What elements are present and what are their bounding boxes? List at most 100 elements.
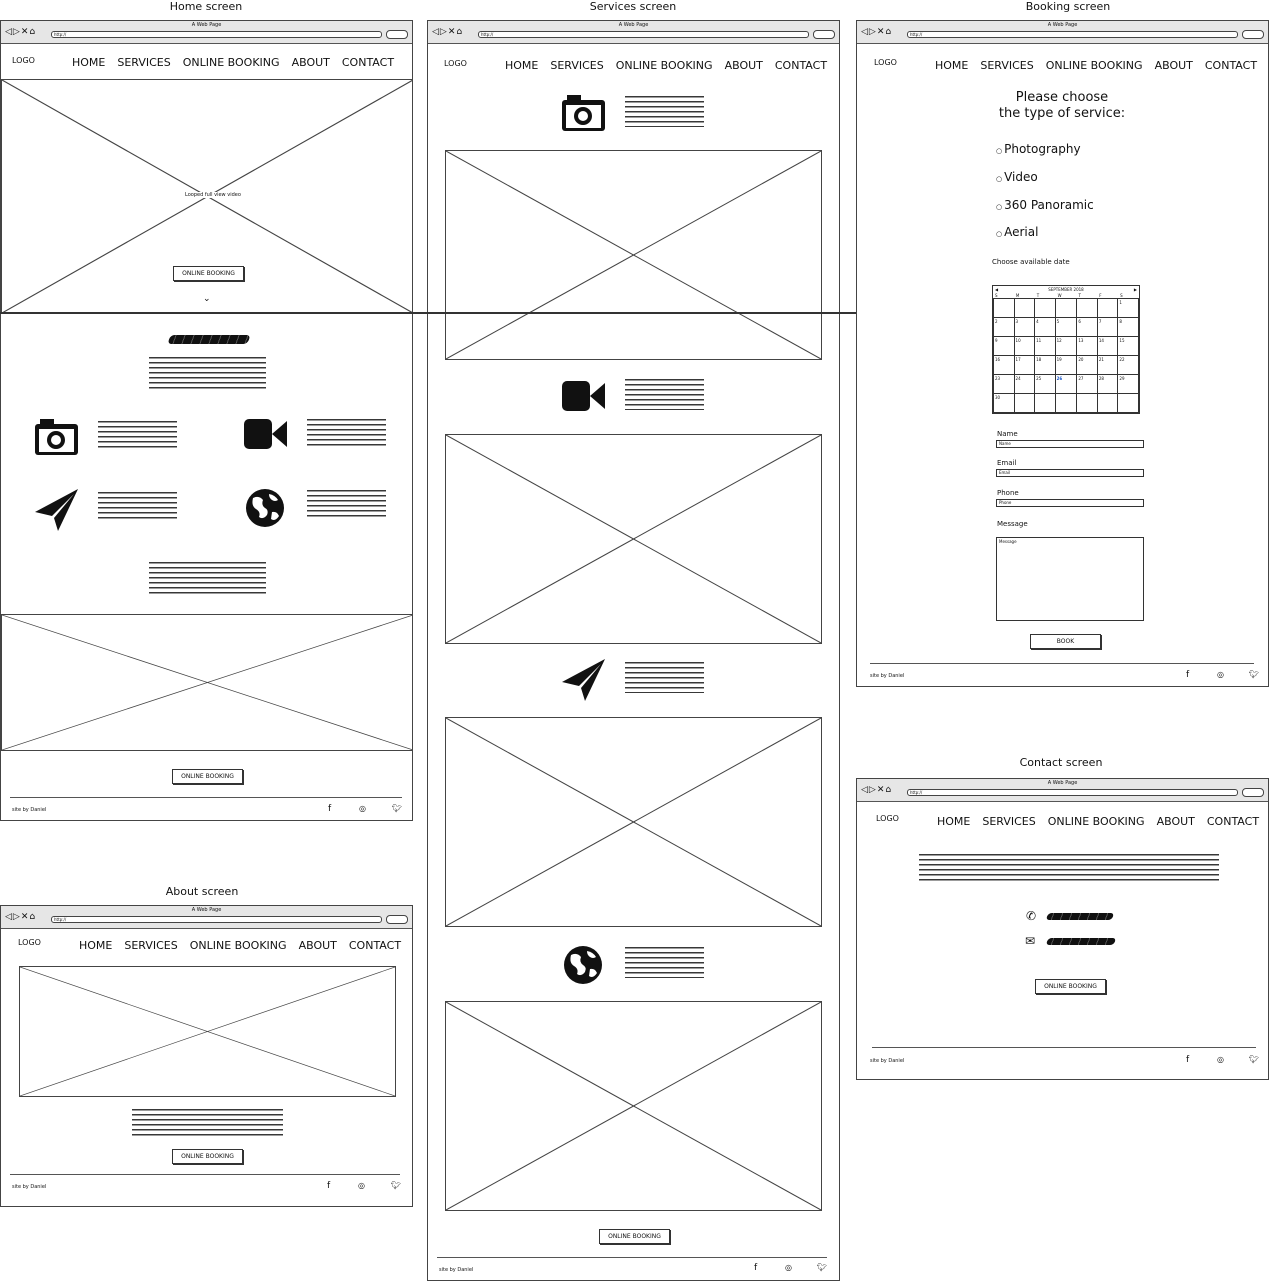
logo[interactable]: LOGO <box>444 59 467 68</box>
nav-online-booking[interactable]: ONLINE BOOKING <box>1046 59 1143 72</box>
facebook-icon[interactable]: f <box>1186 1055 1189 1065</box>
url-bar[interactable]: http:// <box>907 789 1238 796</box>
facebook-icon[interactable]: f <box>754 1263 757 1273</box>
browser-nav-icons[interactable]: ◁▷✕⌂ <box>5 912 36 922</box>
calendar-day[interactable]: 2 <box>993 317 1015 337</box>
search-icon[interactable] <box>1242 788 1264 797</box>
twitter-icon[interactable]: 🐦︎ <box>392 804 402 813</box>
calendar-day[interactable]: 30 <box>993 393 1015 413</box>
calendar-day[interactable]: 27 <box>1076 374 1098 394</box>
calendar-day[interactable]: 16 <box>993 355 1015 375</box>
calendar-day[interactable]: 12 <box>1054 336 1078 356</box>
online-booking-button[interactable]: ONLINE BOOKING <box>172 1149 243 1164</box>
message-textarea[interactable]: Message <box>996 537 1144 621</box>
facebook-icon[interactable]: f <box>328 804 331 814</box>
nav-services[interactable]: SERVICES <box>124 939 177 952</box>
nav-about[interactable]: ABOUT <box>299 939 337 952</box>
nav-contact[interactable]: CONTACT <box>1207 815 1259 828</box>
calendar-day[interactable]: 14 <box>1096 336 1119 356</box>
phone-number-scribble[interactable] <box>1045 913 1115 920</box>
instagram-icon[interactable]: ◎ <box>359 804 366 813</box>
calendar-day[interactable]: 29 <box>1117 374 1139 394</box>
nav-services[interactable]: SERVICES <box>982 815 1035 828</box>
twitter-icon[interactable]: 🐦︎ <box>817 1263 827 1272</box>
nav-home[interactable]: HOME <box>79 939 112 952</box>
nav-services[interactable]: SERVICES <box>980 59 1033 72</box>
facebook-icon[interactable]: f <box>327 1181 330 1191</box>
url-bar[interactable]: http:// <box>907 31 1238 38</box>
online-booking-button[interactable]: ONLINE BOOKING <box>1035 979 1106 994</box>
twitter-icon[interactable]: 🐦︎ <box>1249 670 1259 679</box>
calendar-day[interactable]: 17 <box>1013 355 1036 375</box>
nav-contact[interactable]: CONTACT <box>342 56 394 69</box>
nav-home[interactable]: HOME <box>72 56 105 69</box>
nav-contact[interactable]: CONTACT <box>1205 59 1257 72</box>
email-field[interactable]: Email <box>996 469 1144 477</box>
calendar-day[interactable]: 28 <box>1096 374 1119 394</box>
instagram-icon[interactable]: ◎ <box>1217 1055 1224 1064</box>
search-icon[interactable] <box>386 30 408 39</box>
calendar-day[interactable]: 3 <box>1013 317 1036 337</box>
nav-contact[interactable]: CONTACT <box>775 59 827 72</box>
calendar-day[interactable]: 5 <box>1054 317 1078 337</box>
calendar-day[interactable]: 9 <box>993 336 1015 356</box>
logo[interactable]: LOGO <box>874 58 897 67</box>
phone-field[interactable]: Phone <box>996 499 1144 507</box>
calendar-day[interactable]: 26 <box>1054 374 1078 394</box>
email-address-scribble[interactable] <box>1045 938 1117 945</box>
nav-about[interactable]: ABOUT <box>1155 59 1193 72</box>
calendar-day[interactable]: 23 <box>993 374 1015 394</box>
calendar-day[interactable]: 4 <box>1034 317 1056 337</box>
search-icon[interactable] <box>813 30 835 39</box>
nav-services[interactable]: SERVICES <box>550 59 603 72</box>
book-button[interactable]: BOOK <box>1030 634 1101 649</box>
nav-services[interactable]: SERVICES <box>117 56 170 69</box>
service-option-video[interactable]: ○ Video <box>996 170 1038 184</box>
online-booking-button[interactable]: ONLINE BOOKING <box>173 266 244 281</box>
url-bar[interactable]: http:// <box>478 31 809 38</box>
calendar-day[interactable]: 11 <box>1034 336 1056 356</box>
chevron-down-icon[interactable]: ⌄ <box>203 294 211 304</box>
nav-online-booking[interactable]: ONLINE BOOKING <box>1048 815 1145 828</box>
twitter-icon[interactable]: 🐦︎ <box>391 1181 401 1190</box>
calendar-day[interactable]: 8 <box>1117 317 1139 337</box>
nav-contact[interactable]: CONTACT <box>349 939 401 952</box>
online-booking-bottom-button[interactable]: ONLINE BOOKING <box>172 769 243 784</box>
date-picker[interactable]: ◀ SEPTEMBER 2018 ▶ SMTWTFS 1 2 3 4 5 6 7 8 9 10 11… <box>992 285 1140 414</box>
instagram-icon[interactable]: ◎ <box>785 1263 792 1272</box>
calendar-day[interactable]: 10 <box>1013 336 1036 356</box>
calendar-day[interactable]: 6 <box>1076 317 1098 337</box>
service-option-360-panoramic[interactable]: ○ 360 Panoramic <box>996 198 1094 212</box>
browser-nav-icons[interactable]: ◁▷✕⌂ <box>861 785 892 795</box>
calendar-day[interactable]: 1 <box>1117 298 1139 318</box>
logo[interactable]: LOGO <box>18 938 41 947</box>
calendar-day[interactable]: 7 <box>1096 317 1119 337</box>
service-option-photography[interactable]: ○ Photography <box>996 142 1081 156</box>
calendar-day[interactable]: 13 <box>1076 336 1098 356</box>
nav-about[interactable]: ABOUT <box>1157 815 1195 828</box>
facebook-icon[interactable]: f <box>1186 670 1189 680</box>
calendar-day[interactable]: 22 <box>1117 355 1139 375</box>
nav-home[interactable]: HOME <box>505 59 538 72</box>
nav-online-booking[interactable]: ONLINE BOOKING <box>616 59 713 72</box>
calendar-day[interactable]: 25 <box>1034 374 1056 394</box>
calendar-day[interactable]: 20 <box>1076 355 1098 375</box>
logo[interactable]: LOGO <box>12 56 35 65</box>
twitter-icon[interactable]: 🐦︎ <box>1249 1055 1259 1064</box>
online-booking-button[interactable]: ONLINE BOOKING <box>599 1229 670 1244</box>
browser-nav-icons[interactable]: ◁▷✕⌂ <box>861 27 892 37</box>
nav-home[interactable]: HOME <box>937 815 970 828</box>
calendar-day[interactable]: 18 <box>1034 355 1056 375</box>
nav-home[interactable]: HOME <box>935 59 968 72</box>
url-bar[interactable]: http:// <box>51 31 382 38</box>
search-icon[interactable] <box>386 915 408 924</box>
service-option-aerial[interactable]: ○ Aerial <box>996 225 1038 239</box>
nav-online-booking[interactable]: ONLINE BOOKING <box>190 939 287 952</box>
prev-month-icon[interactable]: ◀ <box>995 287 998 292</box>
calendar-day[interactable]: 15 <box>1117 336 1139 356</box>
logo[interactable]: LOGO <box>876 814 899 823</box>
nav-online-booking[interactable]: ONLINE BOOKING <box>183 56 280 69</box>
name-field[interactable]: Name <box>996 440 1144 448</box>
instagram-icon[interactable]: ◎ <box>1217 670 1224 679</box>
calendar-day[interactable]: 21 <box>1096 355 1119 375</box>
